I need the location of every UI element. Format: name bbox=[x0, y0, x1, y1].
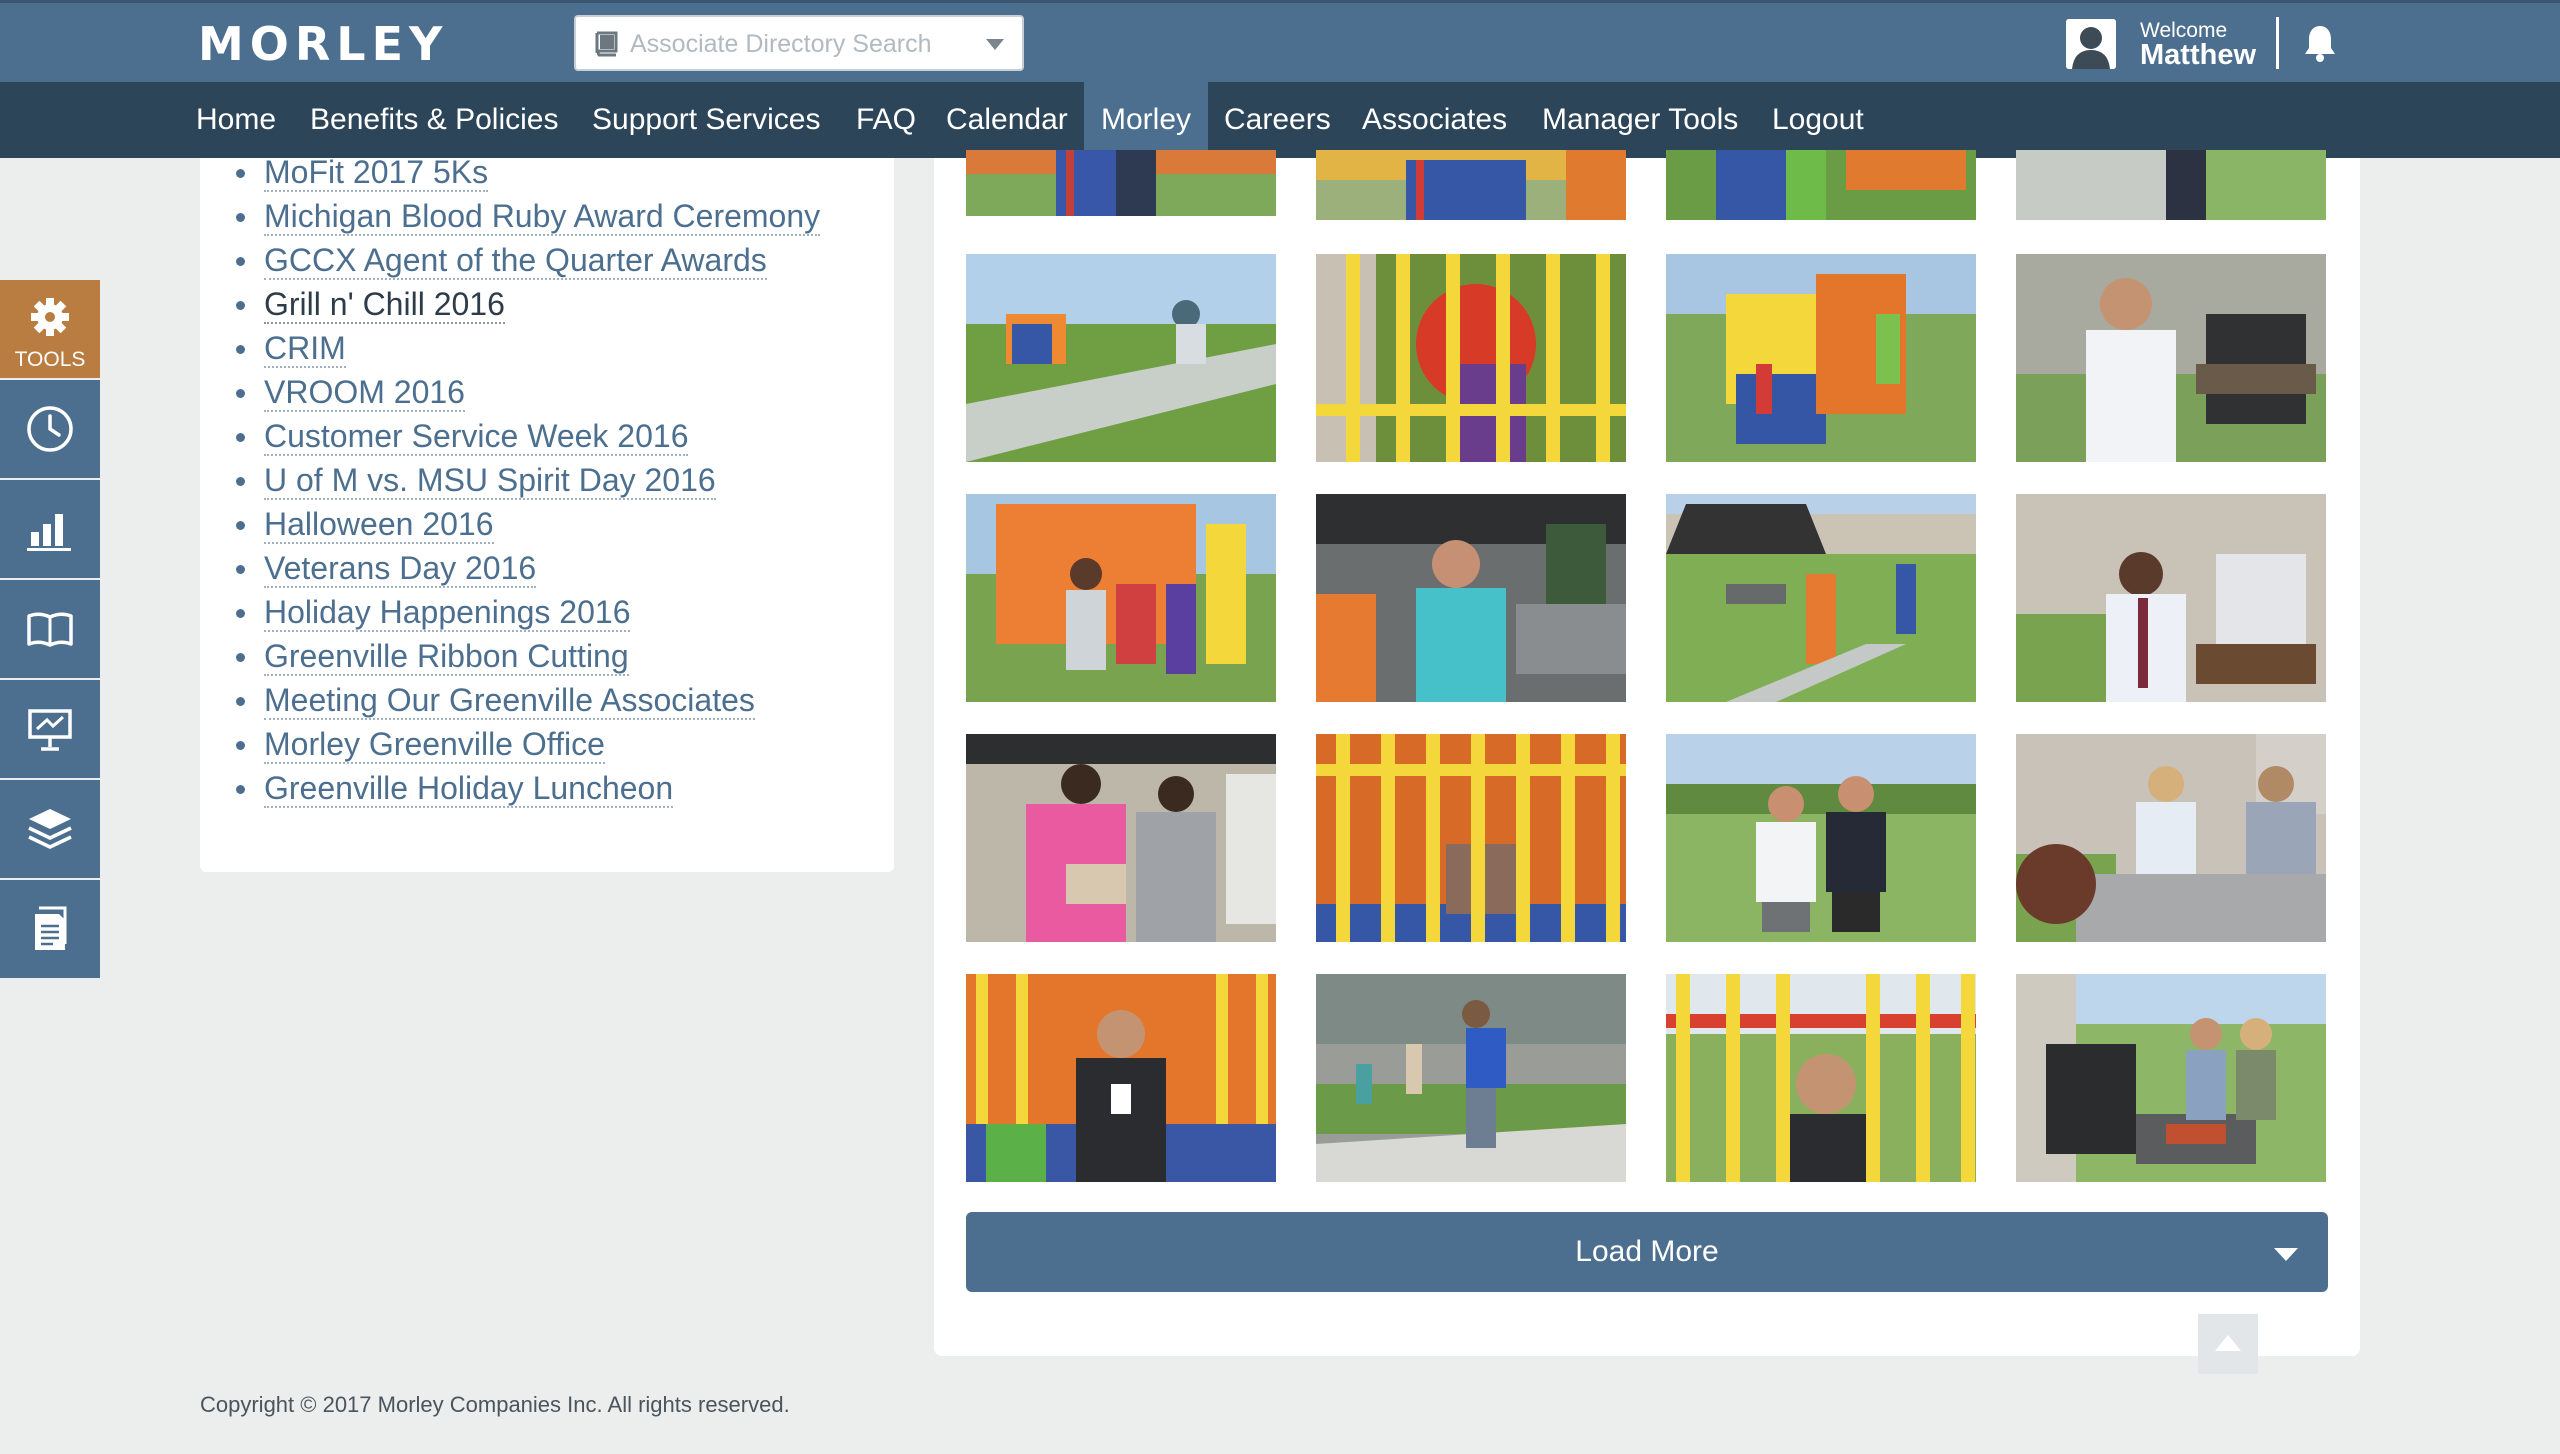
gallery-photo[interactable] bbox=[1316, 150, 1626, 220]
clock-icon bbox=[27, 406, 73, 452]
nav-associates[interactable]: Associates bbox=[1362, 82, 1507, 158]
open-book-icon bbox=[27, 612, 73, 647]
list-item: VROOM 2016 bbox=[235, 370, 820, 414]
gallery-photo[interactable] bbox=[1666, 494, 1976, 702]
list-item: CRIM bbox=[235, 326, 820, 370]
tool-resources[interactable] bbox=[0, 780, 100, 878]
gallery-photo[interactable] bbox=[1666, 150, 1976, 220]
photo-gallery: Load More bbox=[934, 150, 2360, 1356]
event-link[interactable]: Customer Service Week 2016 bbox=[264, 418, 689, 456]
main-nav: Home Benefits & Policies Support Service… bbox=[0, 82, 2560, 158]
gallery-photo[interactable] bbox=[966, 150, 1276, 216]
gallery-photo[interactable] bbox=[1316, 254, 1626, 462]
gallery-photo[interactable] bbox=[2016, 494, 2326, 702]
events-panel: MoFit 2017 5Ks Michigan Blood Ruby Award… bbox=[200, 154, 894, 872]
event-link[interactable]: VROOM 2016 bbox=[264, 374, 465, 412]
gear-icon bbox=[31, 298, 69, 336]
event-link[interactable]: Greenville Holiday Luncheon bbox=[264, 770, 674, 808]
nav-careers[interactable]: Careers bbox=[1224, 82, 1331, 158]
event-link[interactable]: MoFit 2017 5Ks bbox=[264, 154, 489, 192]
gallery-photo[interactable] bbox=[966, 494, 1276, 702]
tool-handbook[interactable] bbox=[0, 580, 100, 678]
gallery-photo[interactable] bbox=[1666, 974, 1976, 1182]
tool-timeclock[interactable] bbox=[0, 380, 100, 478]
list-item: U of M vs. MSU Spirit Day 2016 bbox=[235, 458, 820, 502]
list-item: GCCX Agent of the Quarter Awards bbox=[235, 238, 820, 282]
user-name: Matthew bbox=[2140, 39, 2256, 71]
list-item: Customer Service Week 2016 bbox=[235, 414, 820, 458]
tool-reports[interactable] bbox=[0, 480, 100, 578]
nav-benefits-policies[interactable]: Benefits & Policies bbox=[310, 82, 558, 158]
nav-morley[interactable]: Morley bbox=[1084, 82, 1208, 158]
document-icon bbox=[35, 906, 67, 950]
user-silhouette-icon bbox=[2066, 19, 2116, 69]
nav-support-services[interactable]: Support Services bbox=[592, 82, 820, 158]
tool-documents[interactable] bbox=[0, 880, 100, 978]
event-link[interactable]: Greenville Ribbon Cutting bbox=[264, 638, 629, 676]
event-link[interactable]: Veterans Day 2016 bbox=[264, 550, 537, 588]
tools-button[interactable]: TOOLS bbox=[0, 280, 100, 378]
list-item: MoFit 2017 5Ks bbox=[235, 150, 820, 194]
event-link-current[interactable]: Grill n' Chill 2016 bbox=[264, 286, 505, 324]
list-item: Grill n' Chill 2016 bbox=[235, 282, 820, 326]
event-link[interactable]: Halloween 2016 bbox=[264, 506, 494, 544]
tool-training[interactable] bbox=[0, 680, 100, 778]
event-list: MoFit 2017 5Ks Michigan Blood Ruby Award… bbox=[235, 150, 821, 810]
header-divider bbox=[2276, 17, 2279, 69]
footer-copyright: Copyright © 2017 Morley Companies Inc. A… bbox=[200, 1392, 790, 1417]
gallery-photo[interactable] bbox=[1316, 494, 1626, 702]
list-item: Morley Greenville Office bbox=[235, 722, 820, 766]
event-link[interactable]: Holiday Happenings 2016 bbox=[264, 594, 631, 632]
nav-manager-tools[interactable]: Manager Tools bbox=[1542, 82, 1738, 158]
event-link[interactable]: U of M vs. MSU Spirit Day 2016 bbox=[264, 462, 716, 500]
arrow-up-icon bbox=[2215, 1335, 2241, 1351]
list-item: Greenville Ribbon Cutting bbox=[235, 634, 820, 678]
gallery-photo[interactable] bbox=[1666, 734, 1976, 942]
gallery-photo[interactable] bbox=[966, 974, 1276, 1182]
tools-label: TOOLS bbox=[14, 348, 86, 371]
tools-sidebar: TOOLS bbox=[0, 280, 100, 980]
gallery-photo[interactable] bbox=[2016, 150, 2326, 220]
layers-icon bbox=[28, 809, 72, 849]
chevron-down-icon bbox=[2274, 1248, 2298, 1261]
event-link[interactable]: GCCX Agent of the Quarter Awards bbox=[264, 242, 767, 280]
list-item: Halloween 2016 bbox=[235, 502, 820, 546]
bar-chart-icon bbox=[27, 514, 71, 551]
load-more-label: Load More bbox=[1575, 1235, 1719, 1268]
nav-faq[interactable]: FAQ bbox=[856, 82, 916, 158]
scroll-to-top-button[interactable] bbox=[2198, 1314, 2258, 1374]
gallery-photo[interactable] bbox=[966, 254, 1276, 462]
event-link[interactable]: CRIM bbox=[264, 330, 346, 368]
gallery-photo[interactable] bbox=[2016, 734, 2326, 942]
event-link[interactable]: Michigan Blood Ruby Award Ceremony bbox=[264, 198, 821, 236]
associate-directory-search[interactable] bbox=[574, 15, 1024, 71]
list-item: Holiday Happenings 2016 bbox=[235, 590, 820, 634]
gallery-photo[interactable] bbox=[2016, 254, 2326, 462]
gallery-photo[interactable] bbox=[2016, 974, 2326, 1182]
gallery-photo[interactable] bbox=[966, 734, 1276, 942]
nav-logout[interactable]: Logout bbox=[1772, 82, 1864, 158]
bell-icon[interactable] bbox=[2302, 23, 2338, 63]
list-item: Meeting Our Greenville Associates bbox=[235, 678, 820, 722]
presentation-icon bbox=[28, 709, 72, 751]
event-link[interactable]: Meeting Our Greenville Associates bbox=[264, 682, 755, 720]
gallery-photo[interactable] bbox=[1666, 254, 1976, 462]
chevron-down-icon[interactable] bbox=[986, 39, 1004, 50]
list-item: Michigan Blood Ruby Award Ceremony bbox=[235, 194, 821, 238]
top-header: MORLEY Welcome Matthew bbox=[0, 0, 2560, 82]
list-item: Veterans Day 2016 bbox=[235, 546, 820, 590]
search-input[interactable] bbox=[630, 25, 970, 63]
nav-home[interactable]: Home bbox=[196, 82, 276, 158]
load-more-button[interactable]: Load More bbox=[966, 1212, 2328, 1292]
avatar[interactable] bbox=[2066, 19, 2116, 69]
event-link[interactable]: Morley Greenville Office bbox=[264, 726, 605, 764]
list-item: Greenville Holiday Luncheon bbox=[235, 766, 820, 810]
nav-calendar[interactable]: Calendar bbox=[946, 82, 1068, 158]
morley-logo[interactable]: MORLEY bbox=[198, 19, 448, 69]
gallery-photo[interactable] bbox=[1316, 974, 1626, 1182]
gallery-photo[interactable] bbox=[1316, 734, 1626, 942]
book-icon bbox=[595, 31, 618, 57]
